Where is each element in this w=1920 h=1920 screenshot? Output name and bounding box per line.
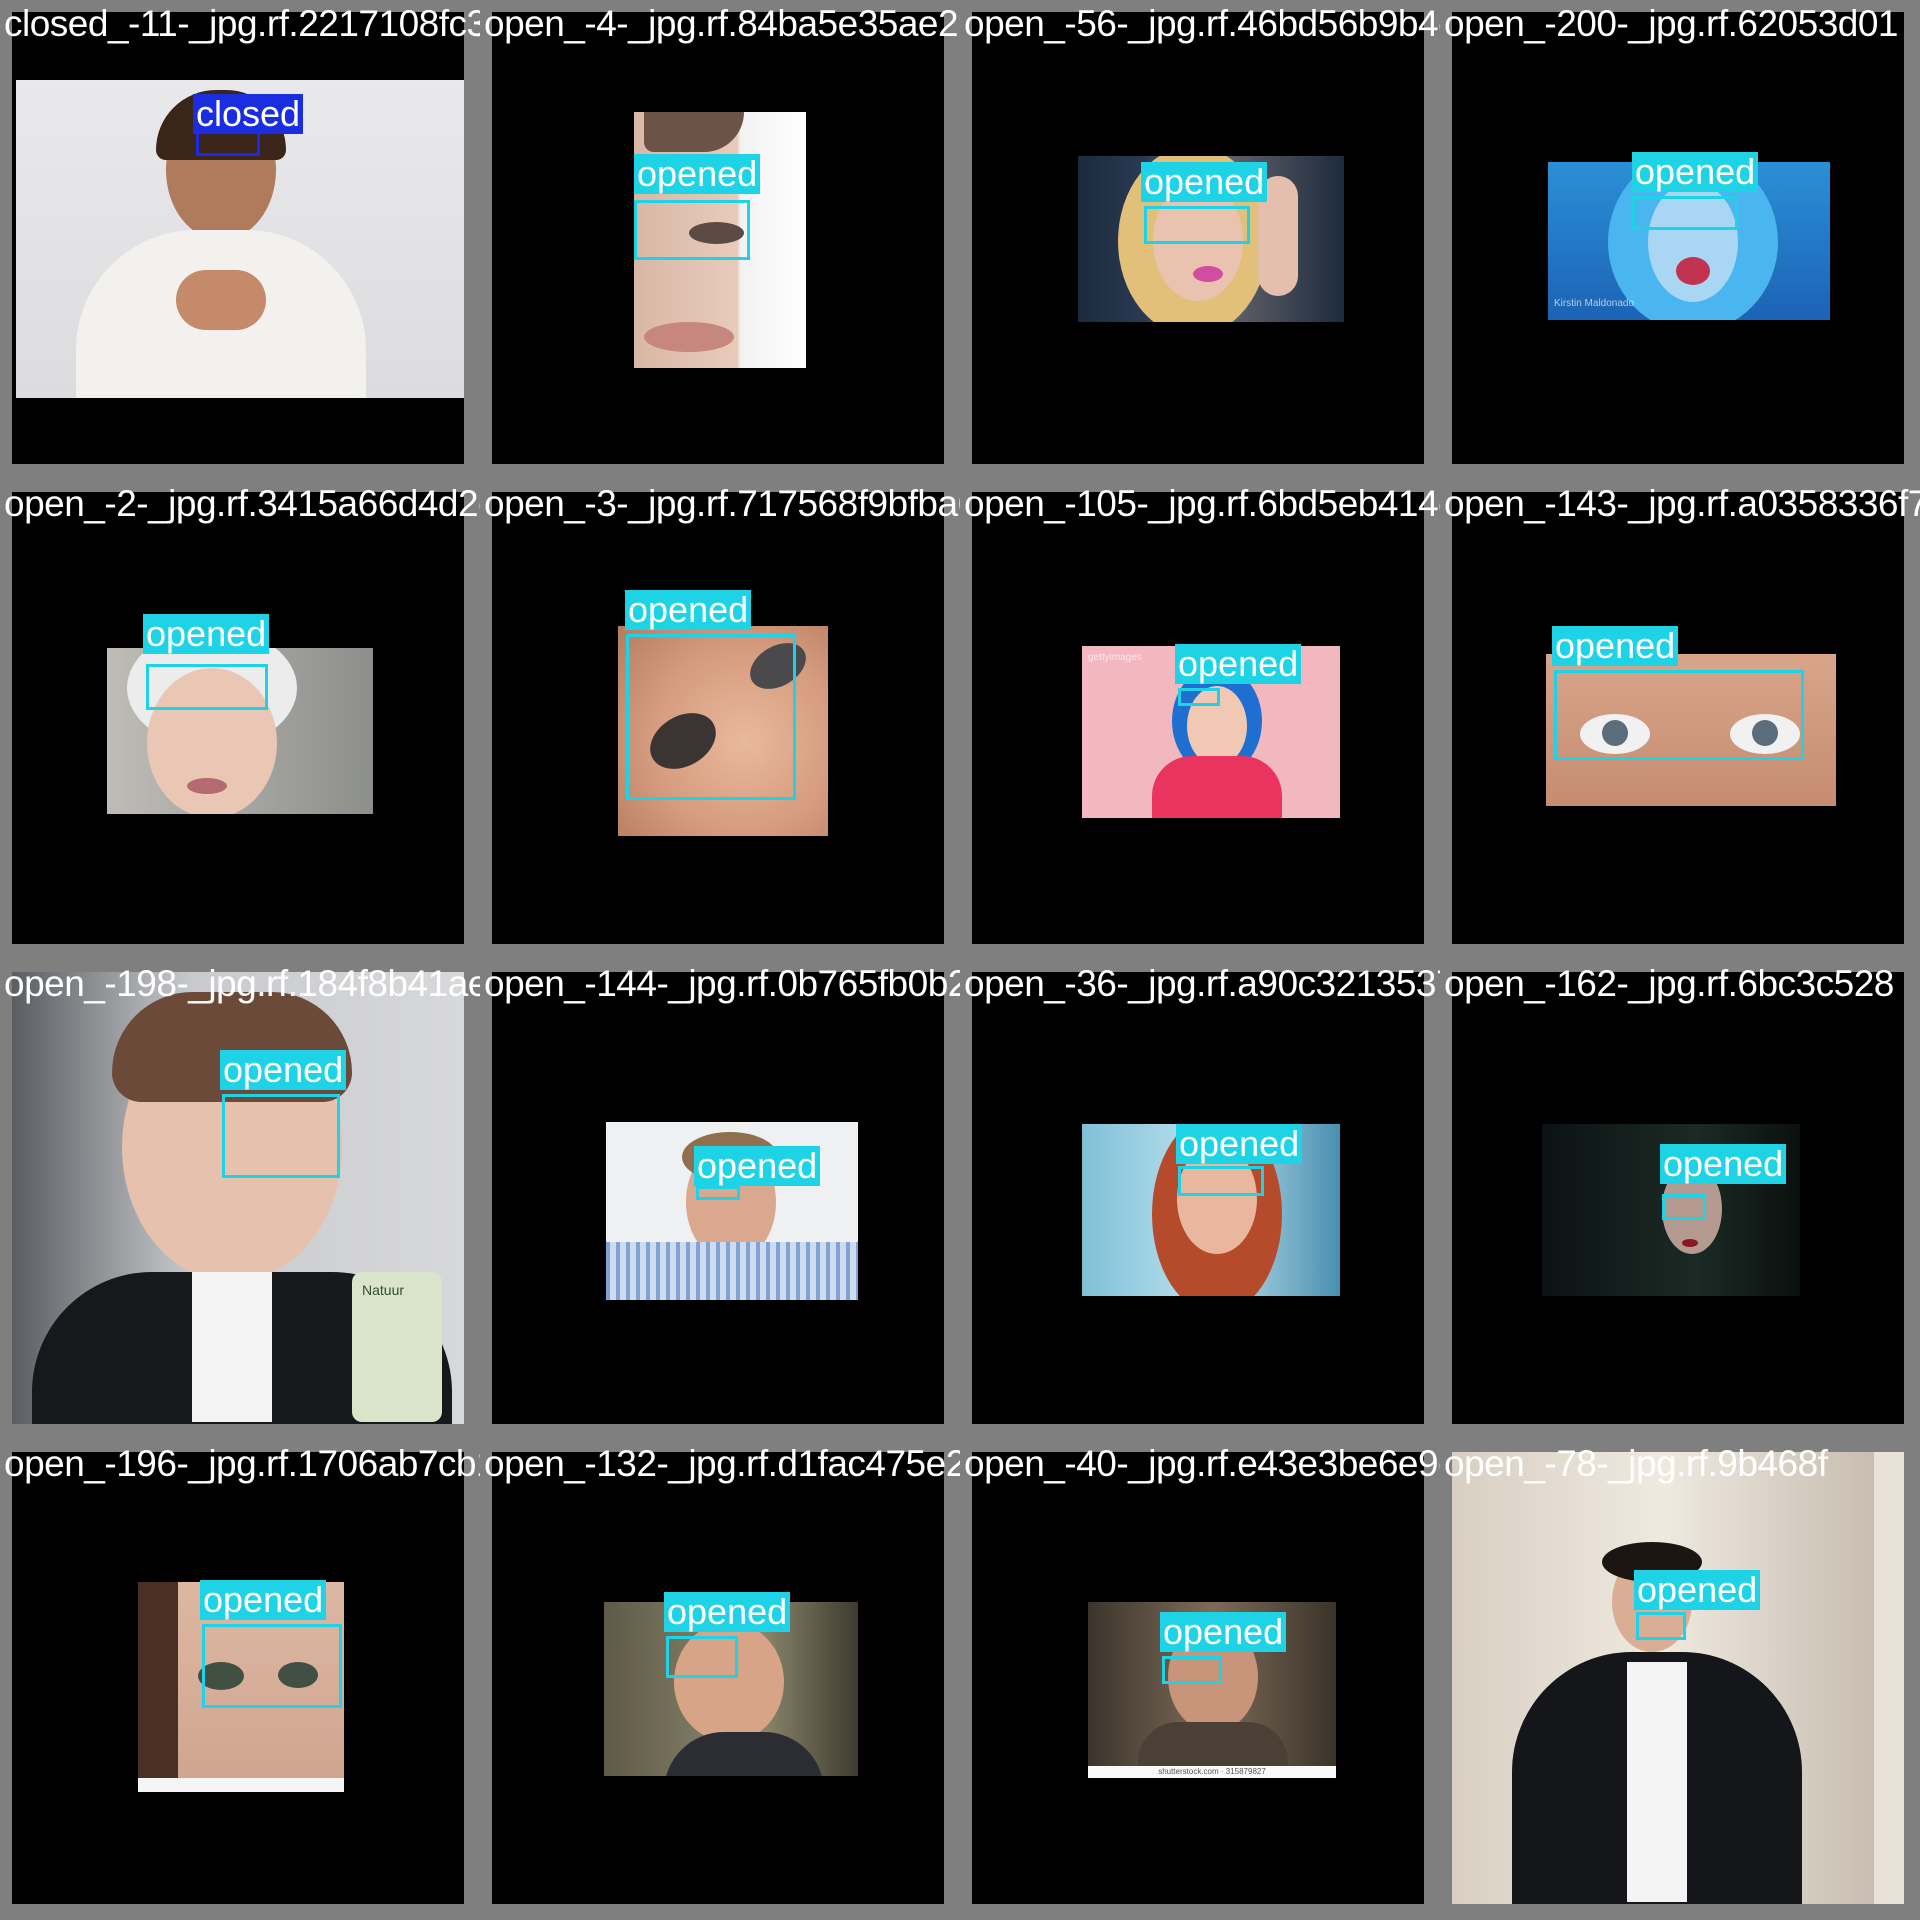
label-opened: opened bbox=[1176, 1124, 1303, 1164]
tile-canvas: Natuur bbox=[12, 972, 464, 1424]
bbox-opened bbox=[626, 634, 796, 800]
bbox-opened bbox=[222, 1094, 340, 1178]
label-opened: opened bbox=[625, 590, 752, 630]
tile-9[interactable]: Natuur opened open_-198-_jpg.rf.184f8b41… bbox=[0, 960, 480, 1440]
bbox-opened bbox=[1178, 688, 1220, 706]
label-closed: closed bbox=[193, 94, 304, 134]
tile-5[interactable]: opened open_-2-_jpg.rf.3415a66d4d2ed3f89… bbox=[0, 480, 480, 960]
bbox-opened bbox=[634, 200, 750, 260]
mosaic-grid: closed closed_-11-_jpg.rf.2217108fc30f30… bbox=[0, 0, 1920, 1920]
bbox-opened bbox=[1144, 206, 1250, 244]
tile-14[interactable]: opened open_-132-_jpg.rf.d1fac475e2720ae… bbox=[480, 1440, 960, 1920]
bbox-opened bbox=[1636, 1612, 1686, 1640]
photo-man-suit-selfie: Natuur bbox=[12, 972, 464, 1424]
label-opened: opened bbox=[220, 1050, 347, 1090]
tile-1[interactable]: closed closed_-11-_jpg.rf.2217108fc30f30… bbox=[0, 0, 480, 480]
tile-canvas bbox=[492, 1452, 944, 1904]
tile-13[interactable]: opened open_-196-_jpg.rf.1706ab7cb1ef33a… bbox=[0, 1440, 480, 1920]
tile-4[interactable]: Kirstin Maldonado opened open_-200-_jpg.… bbox=[1440, 0, 1920, 480]
label-opened: opened bbox=[143, 614, 270, 654]
tile-15[interactable]: shutterstock.com · 315879827 opened open… bbox=[960, 1440, 1440, 1920]
tile-canvas: Kirstin Maldonado bbox=[1452, 12, 1904, 464]
label-opened: opened bbox=[1660, 1144, 1787, 1184]
tile-11[interactable]: opened open_-36-_jpg.rf.a90c32135376af85… bbox=[960, 960, 1440, 1440]
label-opened: opened bbox=[1634, 1570, 1761, 1610]
bbox-opened bbox=[666, 1636, 738, 1678]
bbox-opened bbox=[696, 1186, 740, 1200]
watermark-text: shutterstock.com · 315879827 bbox=[1158, 1767, 1266, 1776]
tile-canvas bbox=[12, 492, 464, 944]
bbox-opened bbox=[1162, 1656, 1222, 1684]
tile-2[interactable]: opened open_-4-_jpg.rf.84ba5e35ae29a6584… bbox=[480, 0, 960, 480]
bbox-opened bbox=[146, 664, 268, 710]
tile-8[interactable]: opened open_-143-_jpg.rf.a0358336f73 bbox=[1440, 480, 1920, 960]
bbox-opened bbox=[1632, 196, 1738, 230]
photo-man-tuxedo bbox=[1452, 1452, 1874, 1904]
tile-canvas bbox=[1452, 1452, 1904, 1904]
tile-7[interactable]: gettyimages opened open_-105-_jpg.rf.6bd… bbox=[960, 480, 1440, 960]
label-opened: opened bbox=[664, 1592, 791, 1632]
label-opened: opened bbox=[200, 1580, 327, 1620]
product-brand: Natuur bbox=[362, 1282, 405, 1298]
label-opened: opened bbox=[1175, 644, 1302, 684]
watermark-text: gettyimages bbox=[1088, 652, 1142, 663]
label-opened: opened bbox=[634, 154, 761, 194]
label-opened: opened bbox=[1552, 626, 1679, 666]
label-opened: opened bbox=[1632, 152, 1759, 192]
tile-6[interactable]: opened open_-3-_jpg.rf.717568f9bfba68c18… bbox=[480, 480, 960, 960]
label-opened: opened bbox=[1160, 1612, 1287, 1652]
bbox-opened bbox=[1554, 670, 1804, 760]
tile-canvas bbox=[12, 12, 464, 464]
bbox-opened bbox=[1662, 1194, 1706, 1220]
tile-16[interactable]: opened open_-78-_jpg.rf.9b468f bbox=[1440, 1440, 1920, 1920]
tile-3[interactable]: opened open_-56-_jpg.rf.46bd56b9b4e0b220… bbox=[960, 0, 1440, 480]
bbox-opened bbox=[1178, 1166, 1264, 1196]
tile-10[interactable]: opened open_-144-_jpg.rf.0b765fb0b2255b3… bbox=[480, 960, 960, 1440]
watermark-text: Kirstin Maldonado bbox=[1554, 298, 1635, 309]
label-opened: opened bbox=[1141, 162, 1268, 202]
tile-12[interactable]: opened open_-162-_jpg.rf.6bc3c528 bbox=[1440, 960, 1920, 1440]
tile-canvas: gettyimages bbox=[972, 492, 1424, 944]
label-opened: opened bbox=[694, 1146, 821, 1186]
tile-canvas bbox=[972, 972, 1424, 1424]
bbox-opened bbox=[202, 1624, 342, 1708]
